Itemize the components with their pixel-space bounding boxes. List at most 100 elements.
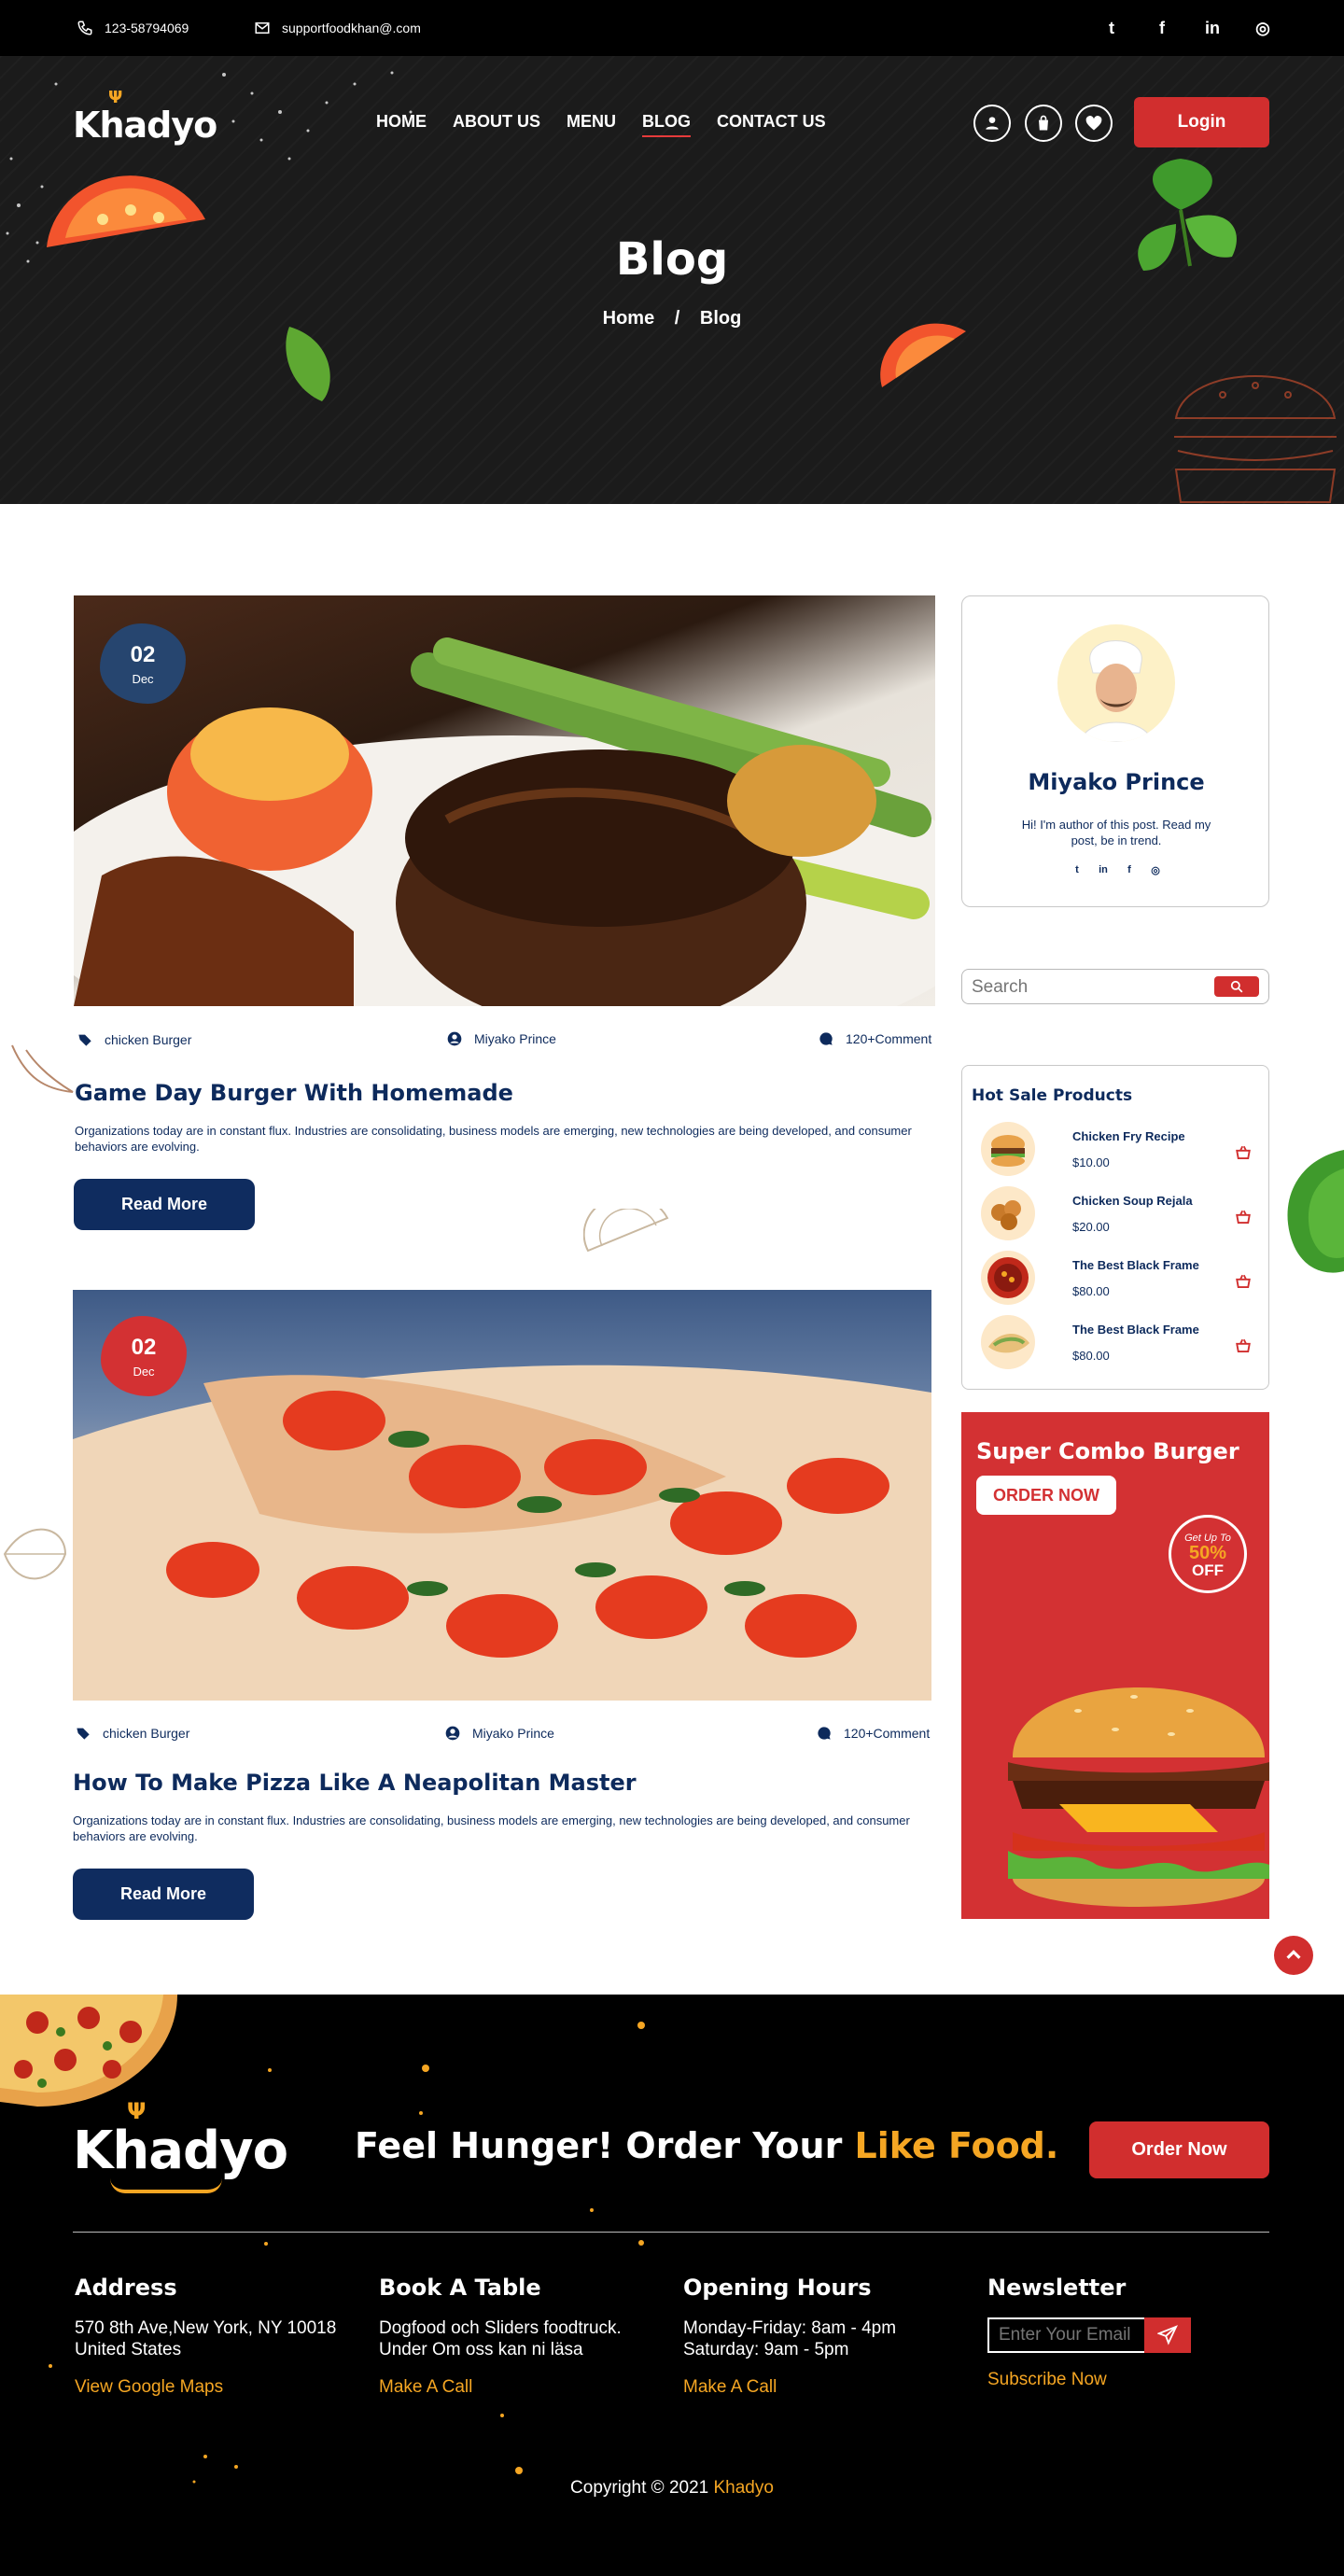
fork-icon: Ψ xyxy=(108,88,122,107)
main-nav: HOME ABOUT US MENU BLOG CONTACT US xyxy=(376,112,826,137)
product-item[interactable]: Chicken Fry Recipe $10.00 xyxy=(972,1122,1261,1178)
logo-text: Khadyo xyxy=(73,105,217,146)
copyright-icon: © xyxy=(651,2478,665,2498)
view-google-maps-link[interactable]: View Google Maps xyxy=(75,2377,364,2398)
product-name: Chicken Fry Recipe xyxy=(1072,1129,1185,1143)
footer-address-column: Address 570 8th Ave,New York, NY 10018 U… xyxy=(75,2275,364,2398)
post-title[interactable]: Game Day Burger With Homemade xyxy=(75,1080,513,1106)
search-input[interactable] xyxy=(972,975,1205,1000)
post-category-label: chicken Burger xyxy=(105,1032,192,1047)
footer-address-heading: Address xyxy=(75,2275,177,2301)
nav-about-us[interactable]: ABOUT US xyxy=(453,112,540,137)
post-author[interactable]: Miyako Prince xyxy=(446,1030,556,1047)
nav-menu[interactable]: MENU xyxy=(567,112,616,137)
nav-contact-us[interactable]: CONTACT US xyxy=(717,112,826,137)
post-image-pizza[interactable]: 02 Dec xyxy=(73,1290,931,1701)
cart-icon[interactable] xyxy=(1235,1337,1252,1354)
read-more-button[interactable]: Read More xyxy=(73,1869,254,1920)
newsletter-send-button[interactable] xyxy=(1144,2317,1191,2353)
product-price: $10.00 xyxy=(1072,1155,1110,1169)
post-title[interactable]: How To Make Pizza Like A Neapolitan Mast… xyxy=(73,1770,637,1796)
read-more-button[interactable]: Read More xyxy=(74,1179,255,1230)
footer-book-text: Dogfood och Sliders foodtruck. Under Om … xyxy=(379,2318,622,2359)
breadcrumb-current: Blog xyxy=(699,308,742,329)
make-a-call-link[interactable]: Make A Call xyxy=(683,2377,973,2398)
instagram-icon[interactable]: ◎ xyxy=(1253,18,1273,38)
footer-book-column: Book A Table Dogfood och Sliders foodtru… xyxy=(379,2275,668,2398)
lemon-sketch-decoration xyxy=(583,1209,669,1253)
breadcrumb: Home / Blog xyxy=(0,308,1344,329)
make-a-call-link[interactable]: Make A Call xyxy=(379,2377,668,2398)
twitter-icon[interactable]: t xyxy=(1069,861,1085,878)
post-image-steak[interactable]: 02 Dec xyxy=(74,595,935,1006)
heart-icon[interactable] xyxy=(1075,105,1113,142)
twitter-icon[interactable]: t xyxy=(1101,18,1122,38)
breadcrumb-home[interactable]: Home xyxy=(603,308,655,329)
post-category[interactable]: chicken Burger xyxy=(77,1031,191,1048)
footer-tagline-text: Feel Hunger! Order Your xyxy=(355,2125,855,2166)
subscribe-now-link[interactable]: Subscribe Now xyxy=(987,2370,1277,2390)
discount-badge: Get Up To 50% OFF xyxy=(1169,1515,1247,1593)
tag-icon xyxy=(75,1725,91,1742)
newsletter-form xyxy=(987,2317,1191,2353)
user-circle-icon xyxy=(446,1030,463,1047)
post-category[interactable]: chicken Burger xyxy=(75,1725,189,1742)
product-name: Chicken Soup Rejala xyxy=(1072,1194,1193,1208)
product-item[interactable]: Chicken Soup Rejala $20.00 xyxy=(972,1186,1261,1242)
product-image xyxy=(981,1251,1035,1305)
cart-icon[interactable] xyxy=(1235,1144,1252,1161)
nav-blog[interactable]: BLOG xyxy=(642,112,691,137)
cart-icon[interactable] xyxy=(1235,1209,1252,1225)
promo-order-now-button[interactable]: ORDER NOW xyxy=(976,1476,1116,1515)
product-image xyxy=(981,1186,1035,1240)
steak-plate-illustration xyxy=(74,637,935,1006)
login-button[interactable]: Login xyxy=(1134,97,1269,147)
scroll-to-top-button[interactable] xyxy=(1274,1936,1313,1975)
user-icon[interactable] xyxy=(973,105,1011,142)
post-date-day: 02 xyxy=(130,642,156,667)
post-comments-label: 120+Comment xyxy=(844,1726,931,1741)
post-comments[interactable]: 120+Comment xyxy=(816,1725,930,1742)
footer-newsletter-column: Newsletter Subscribe Now xyxy=(987,2275,1277,2390)
basil-sketch-decoration xyxy=(3,1528,67,1580)
footer-logo[interactable]: Ψ Khadyo xyxy=(73,2098,288,2193)
facebook-icon[interactable]: f xyxy=(1152,18,1172,38)
shopping-bag-icon[interactable] xyxy=(1025,105,1062,142)
facebook-icon[interactable]: f xyxy=(1121,861,1138,878)
chevron-up-icon xyxy=(1286,1950,1301,1959)
footer-hours-column: Opening Hours Monday-Friday: 8am - 4pm S… xyxy=(683,2275,973,2398)
instagram-icon[interactable]: ◎ xyxy=(1147,861,1164,878)
footer-newsletter-heading: Newsletter xyxy=(987,2275,1127,2301)
post-author[interactable]: Miyako Prince xyxy=(444,1725,554,1742)
pizza-illustration xyxy=(73,1365,931,1701)
footer-book-heading: Book A Table xyxy=(379,2275,541,2301)
hot-sale-title: Hot Sale Products xyxy=(972,1086,1133,1105)
phone-contact[interactable]: 123-58794069 xyxy=(77,20,189,36)
post-author-label: Miyako Prince xyxy=(474,1031,556,1046)
logo-swoosh xyxy=(110,2178,222,2193)
linkedin-icon[interactable]: in xyxy=(1095,861,1112,878)
chili-sketch-decoration xyxy=(11,1044,74,1093)
footer-order-now-button[interactable]: Order Now xyxy=(1089,2121,1269,2178)
burger-illustration xyxy=(1008,1687,1269,1907)
nav-home[interactable]: HOME xyxy=(376,112,427,137)
newsletter-email-input[interactable] xyxy=(987,2317,1146,2353)
cart-icon[interactable] xyxy=(1235,1273,1252,1290)
comment-icon xyxy=(818,1030,834,1047)
email-contact[interactable]: supportfoodkhan@.com xyxy=(254,20,421,36)
site-logo[interactable]: Ψ Khadyo xyxy=(73,88,217,146)
product-price: $80.00 xyxy=(1072,1349,1110,1363)
combo-promo-banner[interactable]: Super Combo Burger ORDER NOW Get Up To 5… xyxy=(961,1412,1269,1919)
email-address: supportfoodkhan@.com xyxy=(282,21,421,35)
pizza-decoration xyxy=(0,1995,177,2107)
post-date-badge: 02 Dec xyxy=(100,623,186,704)
copyright-brand-link[interactable]: Khadyo xyxy=(714,2478,774,2498)
product-item[interactable]: The Best Black Frame $80.00 xyxy=(972,1251,1261,1307)
product-item[interactable]: The Best Black Frame $80.00 xyxy=(972,1315,1261,1371)
footer-divider xyxy=(73,2232,1269,2233)
linkedin-icon[interactable]: in xyxy=(1202,18,1223,38)
post-comments[interactable]: 120+Comment xyxy=(818,1030,931,1047)
tag-icon xyxy=(77,1031,93,1048)
search-button[interactable] xyxy=(1214,976,1259,997)
author-name: Miyako Prince xyxy=(1028,769,1205,795)
